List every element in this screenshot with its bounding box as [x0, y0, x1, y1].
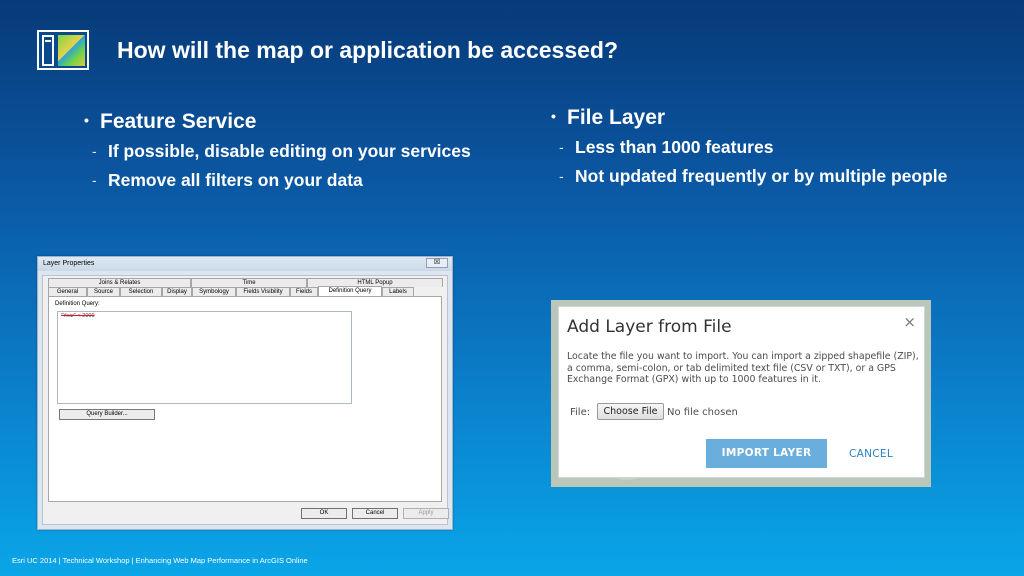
ok-button[interactable]: OK [301, 508, 347, 519]
add-layer-from-file-dialog: Add Layer from File × Locate the file yo… [558, 306, 925, 478]
definition-query-textarea[interactable]: "Year" < 2000 [57, 311, 352, 404]
dialog-title: Add Layer from File [567, 317, 732, 337]
dialog-titlebar: Layer Properties ☒ [38, 257, 452, 271]
feature-service-bullets: Feature Service If possible, disable edi… [84, 110, 474, 192]
file-label: File: [570, 407, 591, 418]
logo-map-icon [58, 35, 85, 66]
definition-query-value: "Year" < 2000 [61, 313, 95, 319]
apply-button[interactable]: Apply [403, 508, 449, 519]
tab-time[interactable]: Time [191, 278, 307, 287]
dialog-description: Locate the file you want to import. You … [567, 351, 919, 385]
choose-file-button[interactable]: Choose File [597, 403, 664, 420]
file-status: No file chosen [667, 407, 738, 418]
sub-bullet-less-features: Less than 1000 features [551, 136, 951, 159]
tab-row-upper: Joins & Relates Time HTML Popup [48, 278, 443, 287]
slide-title: How will the map or application be acces… [117, 37, 619, 63]
tab-source[interactable]: Source [87, 287, 120, 296]
definition-query-panel: Definition Query: "Year" < 2000 Query Bu… [48, 296, 442, 502]
close-icon[interactable]: ☒ [426, 258, 448, 268]
tab-labels[interactable]: Labels [382, 287, 414, 296]
sub-bullet-not-updated: Not updated frequently or by multiple pe… [551, 165, 951, 188]
tab-fields[interactable]: Fields [290, 287, 318, 296]
tab-display[interactable]: Display [162, 287, 192, 296]
close-icon[interactable]: × [903, 313, 916, 331]
tab-symbology[interactable]: Symbology [192, 287, 236, 296]
definition-query-label: Definition Query: [55, 301, 100, 307]
map-background: Add Layer from File × Locate the file yo… [551, 300, 931, 487]
esri-logo [37, 30, 89, 70]
tab-fields-visibility[interactable]: Fields Visibility [236, 287, 290, 296]
cancel-button[interactable]: CANCEL [849, 448, 893, 460]
tab-general[interactable]: General [48, 287, 87, 296]
bullet-file-layer: File Layer [551, 106, 951, 130]
tab-selection[interactable]: Selection [120, 287, 162, 296]
tab-joins-relates[interactable]: Joins & Relates [48, 278, 191, 287]
sub-bullet-disable-editing: If possible, disable editing on your ser… [84, 140, 474, 163]
layer-properties-dialog: Layer Properties ☒ Joins & Relates Time … [37, 256, 453, 530]
logo-bar-icon [42, 35, 54, 66]
query-builder-button[interactable]: Query Builder... [59, 409, 155, 420]
bullet-feature-service: Feature Service [84, 110, 474, 134]
dialog-title: Layer Properties [43, 260, 95, 267]
cancel-button[interactable]: Cancel [352, 508, 398, 519]
slide-footer: Esri UC 2014 | Technical Workshop | Enha… [12, 556, 308, 565]
import-layer-button[interactable]: IMPORT LAYER [706, 439, 827, 468]
sub-bullet-remove-filters: Remove all filters on your data [84, 169, 474, 192]
file-layer-bullets: File Layer Less than 1000 features Not u… [551, 106, 951, 188]
dialog-body: Joins & Relates Time HTML Popup General … [42, 275, 449, 525]
